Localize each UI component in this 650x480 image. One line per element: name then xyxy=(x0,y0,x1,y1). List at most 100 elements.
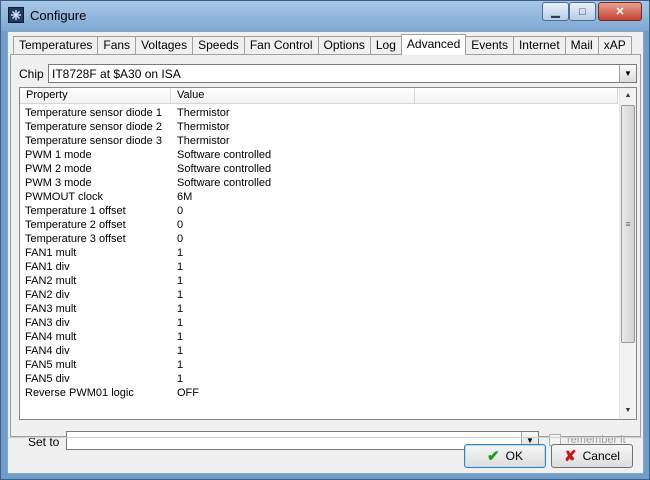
tab-xap[interactable]: xAP xyxy=(597,36,632,55)
red-x-icon: ✘ xyxy=(564,448,577,465)
property-cell: FAN5 div xyxy=(25,373,70,385)
ok-button[interactable]: ✔ OK xyxy=(464,444,546,468)
cancel-label: Cancel xyxy=(582,449,620,463)
property-cell: Reverse PWM01 logic xyxy=(25,387,134,399)
tab-events[interactable]: Events xyxy=(465,36,514,55)
property-cell: FAN1 mult xyxy=(25,247,77,259)
tab-speeds[interactable]: Speeds xyxy=(192,36,245,55)
table-row[interactable]: Temperature sensor diode 2 Thermistor xyxy=(20,120,618,134)
value-cell: 1 xyxy=(177,289,184,301)
property-cell: PWM 2 mode xyxy=(25,163,92,175)
table-row[interactable]: Temperature 2 offset 0 xyxy=(20,218,618,232)
tab-voltages[interactable]: Voltages xyxy=(135,36,194,55)
value-cell: 1 xyxy=(177,373,184,385)
empty-column-header xyxy=(415,88,618,104)
grid-header: Property Value xyxy=(20,88,618,104)
value-cell: 0 xyxy=(177,205,184,217)
property-cell: Temperature 2 offset xyxy=(25,219,126,231)
table-row[interactable]: Temperature sensor diode 3 Thermistor xyxy=(20,134,618,148)
table-row[interactable]: FAN4 mult 1 xyxy=(20,330,618,344)
scroll-thumb[interactable]: ≡ xyxy=(621,105,635,343)
value-cell: 1 xyxy=(177,345,184,357)
table-row[interactable]: PWMOUT clock 6M xyxy=(20,190,618,204)
property-cell: FAN3 mult xyxy=(25,303,77,315)
tab-advanced[interactable]: Advanced xyxy=(400,34,467,55)
table-row[interactable]: PWM 2 mode Software controlled xyxy=(20,162,618,176)
grid-scrollbar[interactable]: ▲ ≡ ▼ xyxy=(619,88,636,419)
checkmark-icon: ✔ xyxy=(487,448,500,465)
table-row[interactable]: Temperature sensor diode 1 Thermistor xyxy=(20,106,618,120)
property-cell: FAN2 mult xyxy=(25,275,77,287)
property-cell: Temperature sensor diode 1 xyxy=(25,107,162,119)
value-cell: 1 xyxy=(177,317,184,329)
minimize-button[interactable]: ▁ xyxy=(542,2,569,21)
value-cell: Software controlled xyxy=(177,163,272,175)
chip-label: Chip xyxy=(19,67,44,81)
table-row[interactable]: FAN2 mult 1 xyxy=(20,274,618,288)
value-cell: 0 xyxy=(177,233,184,245)
property-cell: PWM 3 mode xyxy=(25,177,92,189)
value-cell: 1 xyxy=(177,247,184,259)
value-cell: 1 xyxy=(177,261,184,273)
tab-mail[interactable]: Mail xyxy=(564,36,599,55)
table-row[interactable]: FAN1 div 1 xyxy=(20,260,618,274)
tab-strip: Temperatures Fans Voltages Speeds Fan Co… xyxy=(13,34,632,55)
tab-log[interactable]: Log xyxy=(369,36,402,55)
property-cell: Temperature 3 offset xyxy=(25,233,126,245)
value-cell: OFF xyxy=(177,387,199,399)
property-grid: Property Value Temperature sensor diode … xyxy=(19,87,637,420)
tab-fans[interactable]: Fans xyxy=(97,36,137,55)
table-row[interactable]: FAN1 mult 1 xyxy=(20,246,618,260)
property-cell: Temperature 1 offset xyxy=(25,205,126,217)
table-row[interactable]: FAN5 mult 1 xyxy=(20,358,618,372)
value-cell: 1 xyxy=(177,331,184,343)
table-row[interactable]: FAN2 div 1 xyxy=(20,288,618,302)
property-cell: FAN3 div xyxy=(25,317,70,329)
table-row[interactable]: PWM 3 mode Software controlled xyxy=(20,176,618,190)
property-cell: FAN4 div xyxy=(25,345,70,357)
chip-dropdown-arrow-icon[interactable]: ▼ xyxy=(619,65,636,82)
chip-select[interactable]: IT8728F at $A30 on ISA ▼ xyxy=(48,64,637,83)
value-cell: Thermistor xyxy=(177,107,230,119)
property-cell: Temperature sensor diode 3 xyxy=(25,135,162,147)
value-cell: 1 xyxy=(177,359,184,371)
scroll-down-arrow-icon[interactable]: ▼ xyxy=(620,403,636,419)
table-row[interactable]: FAN3 mult 1 xyxy=(20,302,618,316)
value-cell: Thermistor xyxy=(177,121,230,133)
table-row[interactable]: FAN5 div 1 xyxy=(20,372,618,386)
property-column-header[interactable]: Property xyxy=(20,88,171,104)
close-button[interactable]: ✕ xyxy=(598,2,642,21)
property-cell: PWM 1 mode xyxy=(25,149,92,161)
value-cell: Software controlled xyxy=(177,177,272,189)
value-cell: 1 xyxy=(177,303,184,315)
app-icon xyxy=(8,7,24,23)
value-cell: Thermistor xyxy=(177,135,230,147)
grid-rows: Temperature sensor diode 1 Thermistor Temp… xyxy=(20,106,618,400)
tab-options[interactable]: Options xyxy=(317,36,371,55)
property-cell: FAN2 div xyxy=(25,289,70,301)
property-cell: PWMOUT clock xyxy=(25,191,104,203)
title-bar[interactable]: Configure ▁ □ ✕ xyxy=(1,1,649,31)
table-row[interactable]: Reverse PWM01 logic OFF xyxy=(20,386,618,400)
window-title: Configure xyxy=(30,8,87,23)
advanced-tab-page: Chip IT8728F at $A30 on ISA ▼ Property V… xyxy=(10,54,641,450)
property-cell: FAN1 div xyxy=(25,261,70,273)
table-row[interactable]: PWM 1 mode Software controlled xyxy=(20,148,618,162)
bottom-separator xyxy=(8,437,643,438)
tab-internet[interactable]: Internet xyxy=(512,36,566,55)
table-row[interactable]: Temperature 1 offset 0 xyxy=(20,204,618,218)
cancel-button[interactable]: ✘ Cancel xyxy=(551,444,633,468)
maximize-button[interactable]: □ xyxy=(569,2,596,21)
value-column-header[interactable]: Value xyxy=(171,88,415,104)
tab-fan-control[interactable]: Fan Control xyxy=(243,36,319,55)
property-cell: FAN4 mult xyxy=(25,331,77,343)
property-cell: Temperature sensor diode 2 xyxy=(25,121,162,133)
value-cell: 1 xyxy=(177,275,184,287)
table-row[interactable]: FAN4 div 1 xyxy=(20,344,618,358)
tab-temperatures[interactable]: Temperatures xyxy=(13,36,99,55)
dialog-client: Temperatures Fans Voltages Speeds Fan Co… xyxy=(7,31,644,474)
configure-window: Configure ▁ □ ✕ Temperatures Fans Voltag… xyxy=(0,0,650,480)
scroll-up-arrow-icon[interactable]: ▲ xyxy=(620,88,636,104)
table-row[interactable]: FAN3 div 1 xyxy=(20,316,618,330)
table-row[interactable]: Temperature 3 offset 0 xyxy=(20,232,618,246)
